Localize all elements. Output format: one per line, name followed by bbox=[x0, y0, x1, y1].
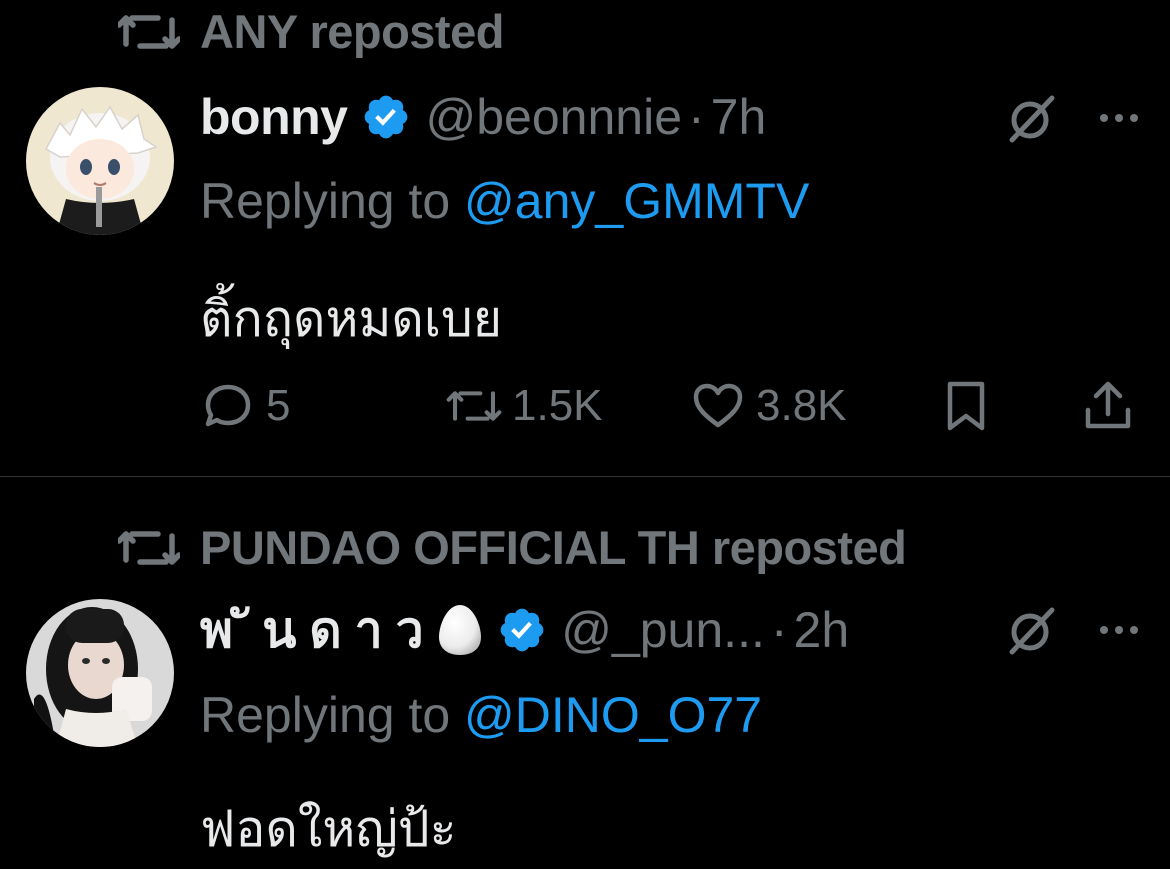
repost-count: 1.5K bbox=[512, 381, 603, 430]
verified-badge-icon[interactable] bbox=[497, 605, 547, 655]
reply-icon bbox=[205, 384, 251, 427]
grok-icon[interactable] bbox=[1006, 604, 1058, 656]
timestamp[interactable]: 2h bbox=[794, 601, 850, 659]
replying-prefix: Replying to bbox=[200, 687, 465, 743]
avatar[interactable] bbox=[26, 599, 174, 747]
display-name[interactable]: พ ั น ด า ว bbox=[200, 591, 424, 670]
handle[interactable]: @_pun... bbox=[561, 601, 765, 659]
repost-label: PUNDAO OFFICIAL TH reposted bbox=[200, 521, 907, 574]
repost-context[interactable]: PUNDAO OFFICIAL TH reposted bbox=[118, 520, 907, 575]
grok-icon[interactable] bbox=[1006, 92, 1058, 144]
header-tools bbox=[1006, 92, 1140, 144]
avatar-image bbox=[26, 87, 174, 235]
repost-icon bbox=[118, 14, 180, 49]
bookmark-button[interactable] bbox=[938, 376, 994, 436]
bookmark-icon bbox=[947, 381, 985, 431]
verified-badge-icon[interactable] bbox=[361, 92, 411, 142]
repost-context[interactable]: ANY reposted bbox=[118, 4, 504, 59]
tweet-header: พ ั น ด า ว @_pun... · 2h bbox=[200, 598, 849, 662]
reply-mention-link[interactable]: @DINO_O77 bbox=[464, 687, 762, 743]
header-tools bbox=[1006, 604, 1140, 656]
separator: · bbox=[688, 89, 705, 145]
tweet-text: ฟอดใหญ่ป้ะ bbox=[200, 801, 457, 857]
like-icon bbox=[693, 383, 743, 428]
handle[interactable]: @beonnnie bbox=[425, 88, 682, 146]
egg-icon bbox=[439, 605, 482, 655]
action-bar: 5 1.5K 3.8K bbox=[200, 376, 1140, 436]
repost-label: ANY reposted bbox=[200, 5, 504, 58]
reply-button[interactable]: 5 bbox=[200, 376, 290, 436]
tweet-text: ติ้กถุดหมดเบย bbox=[200, 291, 503, 347]
reply-count: 5 bbox=[266, 381, 291, 430]
like-button[interactable]: 3.8K bbox=[690, 376, 847, 436]
separator: · bbox=[770, 602, 788, 658]
more-icon[interactable] bbox=[1098, 624, 1140, 636]
display-name[interactable]: bonny bbox=[200, 88, 348, 146]
repost-icon bbox=[118, 530, 180, 565]
tweet-1[interactable]: ANY reposted bonny @beonnnie · 7h Replyi… bbox=[0, 0, 1170, 476]
repost-icon bbox=[446, 391, 502, 421]
like-count: 3.8K bbox=[756, 381, 847, 430]
replying-to: Replying to @any_GMMTV bbox=[200, 172, 809, 230]
reply-mention-link[interactable]: @any_GMMTV bbox=[464, 173, 809, 229]
tweet-header: bonny @beonnnie · 7h bbox=[200, 85, 766, 149]
avatar-image bbox=[26, 599, 174, 747]
tweet-divider bbox=[0, 476, 1170, 477]
share-button[interactable] bbox=[1080, 376, 1136, 436]
share-icon bbox=[1085, 381, 1131, 429]
replying-prefix: Replying to bbox=[200, 173, 465, 229]
more-icon[interactable] bbox=[1098, 112, 1140, 124]
replying-to: Replying to @DINO_O77 bbox=[200, 686, 762, 744]
repost-button[interactable]: 1.5K bbox=[446, 376, 603, 436]
avatar[interactable] bbox=[26, 87, 174, 235]
timestamp[interactable]: 7h bbox=[711, 88, 767, 146]
